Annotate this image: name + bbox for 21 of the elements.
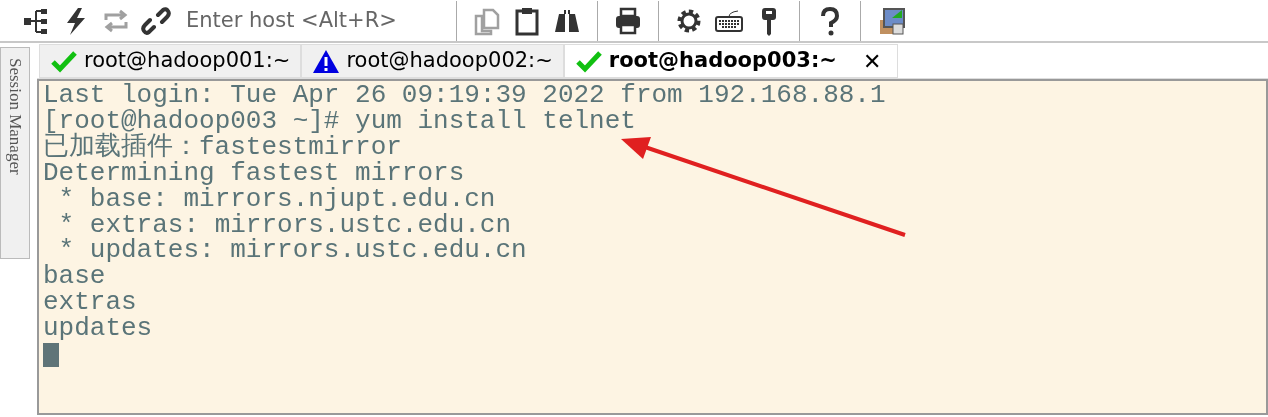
tab-label[interactable]: root@hadoop003:~	[608, 45, 837, 77]
terminal-line: * updates: mirrors.ustc.edu.cn	[58, 238, 528, 265]
terminal-line: 已加载插件：fastestmirror	[43, 134, 402, 161]
link-icon[interactable]	[141, 5, 171, 36]
session-tab[interactable]: root@hadoop002:~	[301, 44, 564, 78]
tab-label[interactable]: root@hadoop002:~	[346, 45, 553, 77]
terminal-line: updates	[43, 316, 154, 343]
tab-label[interactable]: root@hadoop001:~	[84, 45, 291, 77]
terminal-line: * base: mirrors.njupt.edu.cn	[58, 186, 496, 213]
terminal-line: Last login: Tue Apr 26 09:19:39 2022 from 192.168.88.1	[43, 83, 887, 109]
session-tab[interactable]: root@hadoop001:~	[39, 44, 302, 78]
terminal-line: base	[43, 264, 106, 291]
terminal-line: Determining fastest mirrors	[43, 160, 465, 187]
terminal-line: extras	[43, 290, 137, 317]
terminal-line: * extras: mirrors.ustc.edu.cn	[57, 212, 512, 239]
printer-icon[interactable]	[613, 5, 643, 36]
warning-icon	[312, 48, 341, 74]
host-input-field[interactable]: Enter host <Alt+R>	[176, 4, 446, 37]
close-tab-button[interactable]: ✕	[842, 44, 888, 78]
session-tab[interactable]: root@hadoop003:~ ✕	[563, 44, 899, 78]
session-manager-tab[interactable]: Session Manager	[0, 47, 30, 259]
